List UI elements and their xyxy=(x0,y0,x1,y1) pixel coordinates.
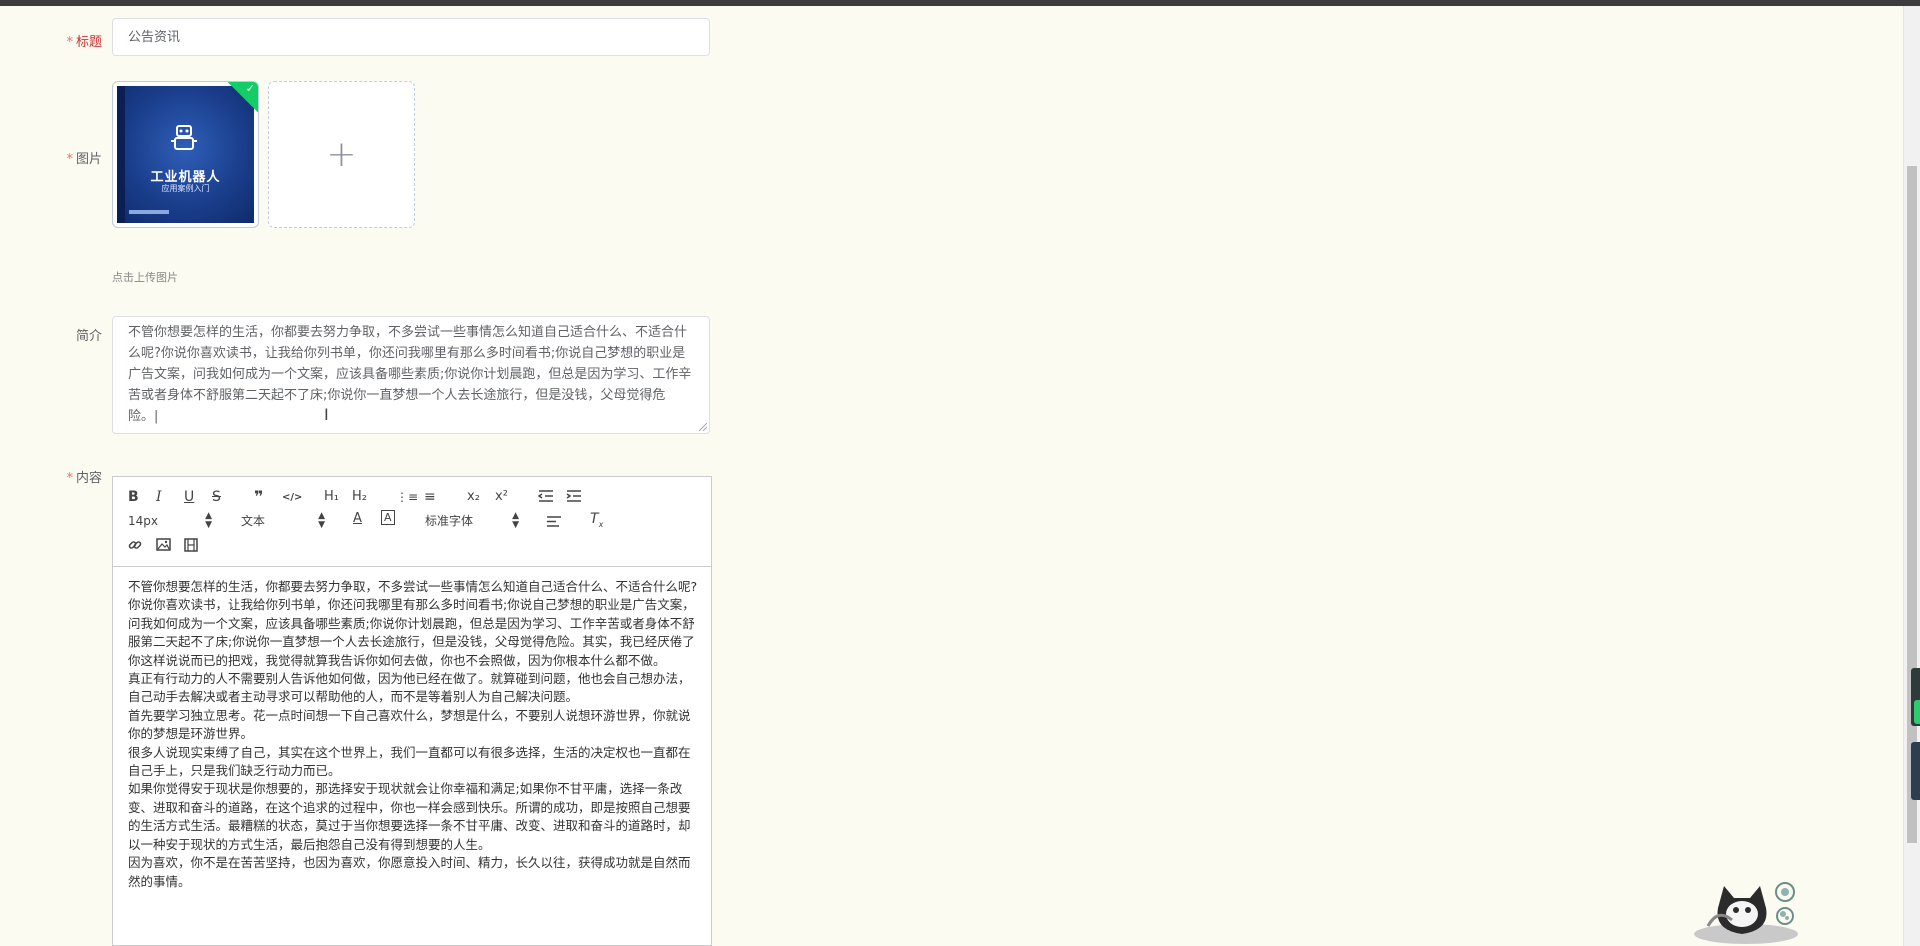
required-mark: * xyxy=(66,152,73,167)
title-label: * 标题 xyxy=(66,35,102,50)
bullet-list-icon[interactable]: ≡ xyxy=(424,488,436,506)
select-arrows-icon: ▲ ▼ xyxy=(318,511,325,530)
content-paragraph: 很多人说现实束缚了自己，其实在这个世界上，我们一直都可以有很多选择，生活的决定权… xyxy=(128,744,691,779)
intro-text: 不管你想要怎样的生活，你都要去努力争取，不多尝试一些事情怎么知道自己适合什么、不… xyxy=(128,325,692,424)
image-icon[interactable] xyxy=(156,538,171,551)
content-label: * 内容 xyxy=(66,471,102,486)
content-paragraph: 首先要学习独立思考。花一点时间想一下自己喜欢什么，梦想是什么，不要别人说想环游世… xyxy=(128,707,691,742)
select-arrows-icon: ▲ ▼ xyxy=(512,511,519,530)
editor-content[interactable]: 不管你想要怎样的生活，你都要去努力争取，不多尝试一些事情怎么知道自己适合什么、不… xyxy=(128,578,698,891)
required-mark: * xyxy=(66,35,73,50)
select-arrows-icon: ▲ ▼ xyxy=(205,511,212,530)
text-cursor-icon: I xyxy=(324,405,329,424)
upload-tip: 点击上传图片 xyxy=(112,271,178,284)
indent-icon[interactable] xyxy=(566,489,582,503)
content-paragraph: 真正有行动力的人不需要别人告诉他如何做，因为他已经在做了。就算碰到问题，他也会自… xyxy=(128,671,691,705)
side-widget-green[interactable] xyxy=(1914,700,1920,724)
book-cover-image: 工业机器人 应用案例入门 xyxy=(117,86,254,223)
intro-textarea[interactable]: 不管你想要怎样的生活，你都要去努力争取，不多尝试一些事情怎么知道自己适合什么、不… xyxy=(112,316,710,434)
cat-mascot-icon xyxy=(1694,882,1798,944)
quote-icon[interactable]: ❞ xyxy=(254,488,263,506)
strike-icon[interactable]: S xyxy=(212,488,221,506)
vertical-scrollbar[interactable] xyxy=(1903,6,1920,946)
content-paragraph: 你说你喜欢读书，让我给你列书单，你还问我哪里有那么多时间看书;你说自己梦想的职业… xyxy=(128,597,695,668)
link-icon[interactable] xyxy=(128,538,142,552)
outdent-icon[interactable] xyxy=(538,489,554,503)
image-label: * 图片 xyxy=(66,152,102,167)
required-mark: * xyxy=(66,471,73,486)
content-paragraph: 不管你想要怎样的生活，你都要去努力争取，不多尝试一些事情怎么知道自己适合什么、不… xyxy=(128,579,698,594)
side-widget-navy[interactable] xyxy=(1911,742,1920,800)
h2-icon[interactable]: H₂ xyxy=(352,488,367,506)
subscript-icon[interactable]: x₂ xyxy=(467,488,480,506)
italic-icon[interactable]: I xyxy=(156,488,162,506)
book-spine xyxy=(117,86,125,223)
superscript-icon[interactable]: x² xyxy=(495,488,508,506)
code-icon[interactable]: </> xyxy=(282,489,302,507)
background-color-icon[interactable]: A xyxy=(381,510,395,525)
plus-icon: + xyxy=(326,134,357,175)
editor-toolbar: B I U S ❞ </> H₁ H₂ ⋮≡ ≡ x₂ x² 14px ▲ ▼ 文本… xyxy=(113,477,711,567)
window-top-bar xyxy=(0,0,1920,6)
h1-icon[interactable]: H₁ xyxy=(324,488,339,506)
align-icon[interactable] xyxy=(546,515,562,528)
book-footer-bar xyxy=(129,210,169,214)
book-subtitle: 应用案例入门 xyxy=(161,184,210,193)
check-icon: ✓ xyxy=(245,82,255,95)
upload-button[interactable]: + xyxy=(268,81,415,228)
font-size-select[interactable]: 14px ▲ ▼ xyxy=(128,512,212,530)
header-select[interactable]: 文本 ▲ ▼ xyxy=(241,512,325,530)
video-icon[interactable] xyxy=(184,538,198,552)
ordered-list-icon[interactable]: ⋮≡ xyxy=(396,488,418,506)
content-paragraph: 如果你觉得安于现状是你想要的，那选择安于现状就会让你幸福和满足;如果你不甘平庸，… xyxy=(128,781,691,852)
resize-handle-icon[interactable] xyxy=(699,423,707,431)
robot-icon xyxy=(171,125,197,150)
underline-icon[interactable]: U xyxy=(184,488,194,506)
content-paragraph: 因为喜欢，你不是在苦苦坚持，也因为喜欢，你愿意投入时间、精力，长久以往，获得成功… xyxy=(128,855,691,889)
uploaded-image-card[interactable]: 工业机器人 应用案例入门 ✓ xyxy=(112,81,259,228)
font-family-select[interactable]: 标准字体 ▲ ▼ xyxy=(425,512,519,530)
title-input[interactable]: 公告资讯 xyxy=(112,18,710,56)
clear-format-icon[interactable]: Tx xyxy=(590,510,603,534)
intro-label: 简介 xyxy=(75,329,102,344)
font-color-icon[interactable]: A xyxy=(353,510,362,528)
rich-text-editor[interactable]: B I U S ❞ </> H₁ H₂ ⋮≡ ≡ x₂ x² 14px ▲ ▼ 文本… xyxy=(112,476,712,946)
bold-icon[interactable]: B xyxy=(128,488,139,506)
